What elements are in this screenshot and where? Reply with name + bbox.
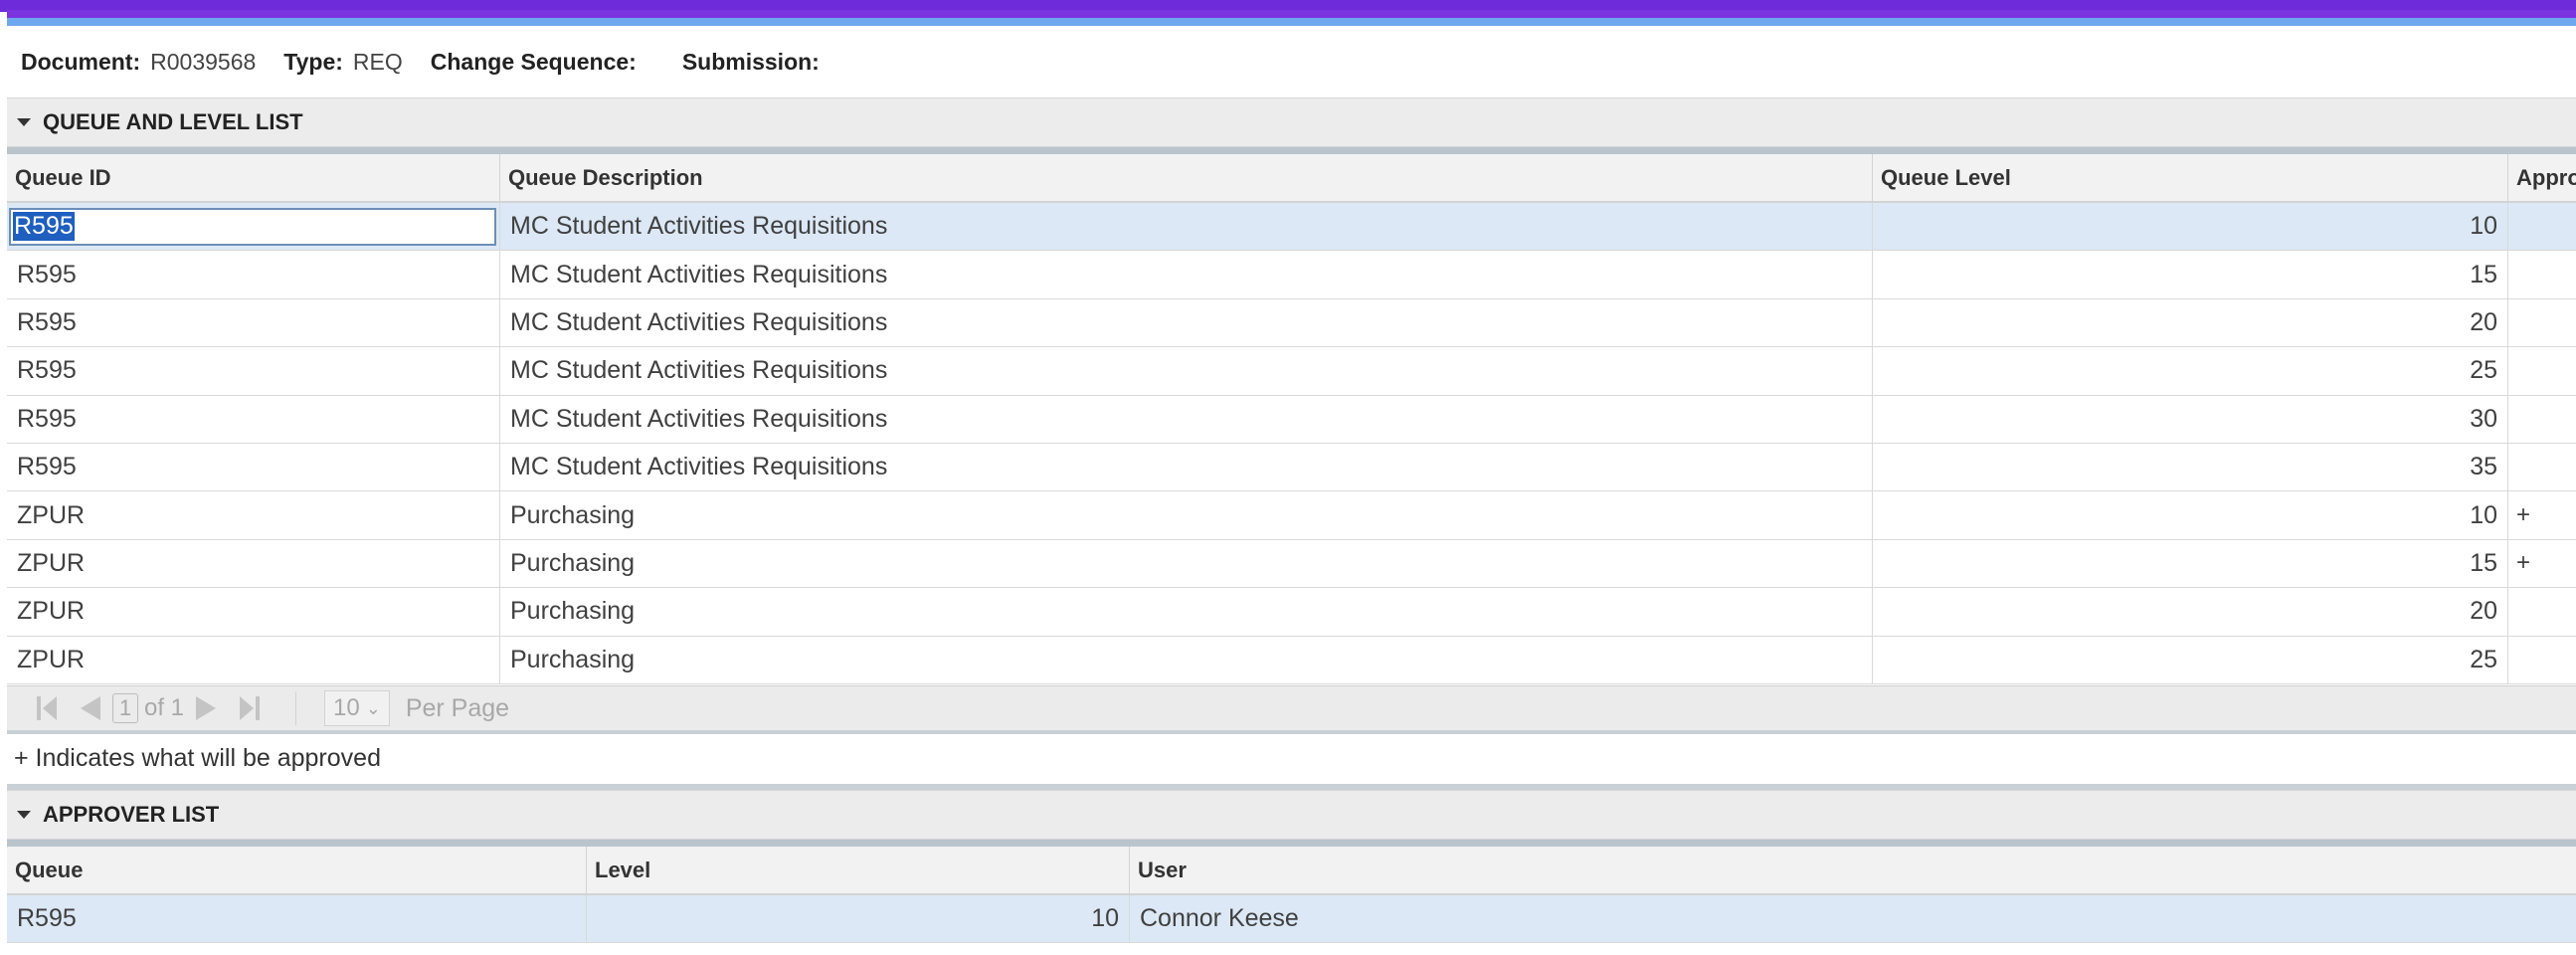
queue-level-cell[interactable]: 35 [1873, 443, 2508, 491]
approver-level-cell[interactable]: 10 [587, 895, 1130, 943]
approver-user-cell[interactable]: Connor Keese [1130, 895, 2576, 942]
queue-description-cell[interactable]: MC Student Activities Requisitions [500, 347, 1873, 395]
queue-level-cell[interactable]: 10 [1873, 491, 2508, 539]
queue-id-cell[interactable]: ZPUR [7, 539, 500, 588]
approver-section-title: APPROVER LIST [43, 802, 220, 827]
per-page-select[interactable]: 10 ⌄ [324, 690, 390, 726]
column-header-level[interactable]: Level [587, 847, 1130, 893]
queue-id-selected-text[interactable]: R595 [13, 212, 75, 242]
per-page-value: 10 [333, 694, 360, 721]
approval-note: + Indicates what will be approved [14, 744, 381, 772]
queue-description-cell[interactable]: Purchasing [500, 636, 1873, 683]
queue-level-cell[interactable]: 30 [1873, 395, 2508, 443]
table-row[interactable]: R595 MC Student Activities Requisitions … [7, 443, 2576, 492]
queue-description-cell[interactable]: MC Student Activities Requisitions [500, 443, 1873, 491]
queue-id-cell[interactable]: ZPUR [7, 588, 500, 636]
table-row[interactable]: R595 MC Student Activities Requisitions … [7, 298, 2576, 348]
approve-cell[interactable] [2508, 396, 2576, 443]
column-header-user[interactable]: User [1130, 847, 2576, 893]
approve-cell[interactable] [2508, 637, 2576, 683]
approver-section-header[interactable]: APPROVER LIST [7, 790, 2576, 840]
table-row[interactable]: ZPUR Purchasing 15 + [7, 539, 2576, 589]
table-row[interactable]: ZPUR Purchasing 10 + [7, 491, 2576, 540]
queue-level-cell[interactable]: 25 [1873, 636, 2508, 683]
queue-level-cell[interactable]: 20 [1873, 588, 2508, 636]
queue-id-cell[interactable]: R595 [7, 203, 500, 251]
table-row[interactable]: R595 10 Connor Keese [7, 895, 2576, 944]
queue-description-cell[interactable]: MC Student Activities Requisitions [500, 298, 1873, 347]
queue-level-cell[interactable]: 15 [1873, 251, 2508, 298]
queue-description-cell[interactable]: MC Student Activities Requisitions [500, 395, 1873, 443]
approve-cell[interactable] [2508, 347, 2576, 394]
table-row[interactable]: R595 MC Student Activities Requisitions … [7, 347, 2576, 396]
queue-level-cell[interactable]: 20 [1873, 298, 2508, 347]
queue-id-cell[interactable]: R595 [7, 251, 500, 298]
last-page-icon[interactable] [238, 693, 262, 723]
queue-grid-header: Queue ID Queue Description Queue Level A… [7, 154, 2576, 203]
approve-cell[interactable] [2508, 203, 2576, 250]
approve-cell[interactable]: + [2508, 491, 2576, 538]
queue-section-header[interactable]: QUEUE AND LEVEL LIST [7, 97, 2576, 147]
approve-cell[interactable] [2508, 299, 2576, 346]
column-header-queue-description[interactable]: Queue Description [500, 154, 1873, 201]
queue-id-cell[interactable]: R595 [7, 298, 500, 347]
collapse-caret-icon[interactable] [17, 811, 31, 819]
queue-id-cell[interactable]: ZPUR [7, 636, 500, 683]
queue-level-cell[interactable]: 10 [1873, 203, 2508, 251]
accent-stripe-blue [7, 18, 2576, 26]
change-sequence-label: Change Sequence: [430, 48, 637, 75]
submission-label: Submission: [681, 48, 820, 75]
type-label: Type: [283, 48, 343, 75]
queue-description-cell[interactable]: Purchasing [500, 539, 1873, 588]
table-row[interactable]: ZPUR Purchasing 20 [7, 588, 2576, 637]
previous-page-icon[interactable] [77, 693, 102, 723]
first-page-icon[interactable] [35, 693, 59, 723]
column-header-queue-id[interactable]: Queue ID [7, 154, 500, 201]
approve-cell[interactable] [2508, 444, 2576, 490]
table-row[interactable]: R595 MC Student Activities Requisitions … [7, 251, 2576, 299]
queue-level-cell[interactable]: 25 [1873, 347, 2508, 395]
queue-level-cell[interactable]: 15 [1873, 539, 2508, 588]
queue-id-input[interactable]: R595 [9, 207, 496, 246]
approve-cell[interactable] [2508, 251, 2576, 297]
table-row[interactable]: ZPUR Purchasing 25 [7, 636, 2576, 684]
queue-description-cell[interactable]: MC Student Activities Requisitions [500, 251, 1873, 298]
page-number-input[interactable]: 1 [112, 693, 138, 723]
per-page-label: Per Page [405, 693, 510, 722]
queue-level-grid: Queue ID Queue Description Queue Level A… [7, 147, 2576, 684]
column-header-queue[interactable]: Queue [7, 847, 587, 893]
document-value: R0039568 [150, 48, 257, 75]
queue-id-cell[interactable]: ZPUR [7, 491, 500, 539]
pager-divider [295, 691, 297, 725]
top-accent-bar [0, 0, 2576, 28]
approver-grid-header: Queue Level User [7, 847, 2576, 895]
pagination-bar: 1 of 1 10 ⌄ Per Page [7, 685, 2576, 734]
table-row[interactable]: R595 MC Student Activities Requisitions … [7, 395, 2576, 444]
collapse-caret-icon[interactable] [17, 118, 31, 126]
column-header-queue-level[interactable]: Queue Level [1873, 154, 2508, 201]
page-count-label: of 1 [144, 694, 185, 721]
queue-description-cell[interactable]: MC Student Activities Requisitions [500, 203, 1873, 251]
approve-cell[interactable]: + [2508, 540, 2576, 587]
document-label: Document: [21, 48, 141, 75]
queue-id-cell[interactable]: R595 [7, 443, 500, 491]
next-page-icon[interactable] [194, 693, 220, 723]
approver-queue-cell[interactable]: R595 [7, 895, 587, 943]
queue-description-cell[interactable]: Purchasing [500, 491, 1873, 539]
type-value: REQ [352, 48, 403, 75]
queue-section-title: QUEUE AND LEVEL LIST [43, 109, 303, 134]
approve-cell[interactable] [2508, 588, 2576, 635]
table-row[interactable]: R595 MC Student Activities Requisitions … [7, 203, 2576, 252]
chevron-down-icon: ⌄ [365, 697, 381, 718]
column-header-approve[interactable]: Appro [2508, 154, 2576, 201]
queue-description-cell[interactable]: Purchasing [500, 588, 1873, 636]
document-info-bar: Document: R0039568 Type: REQ Change Sequ… [21, 46, 857, 78]
approver-grid: Queue Level User R595 10 Connor Keese [7, 840, 2576, 944]
queue-id-cell[interactable]: R595 [7, 395, 500, 443]
queue-id-cell[interactable]: R595 [7, 347, 500, 395]
